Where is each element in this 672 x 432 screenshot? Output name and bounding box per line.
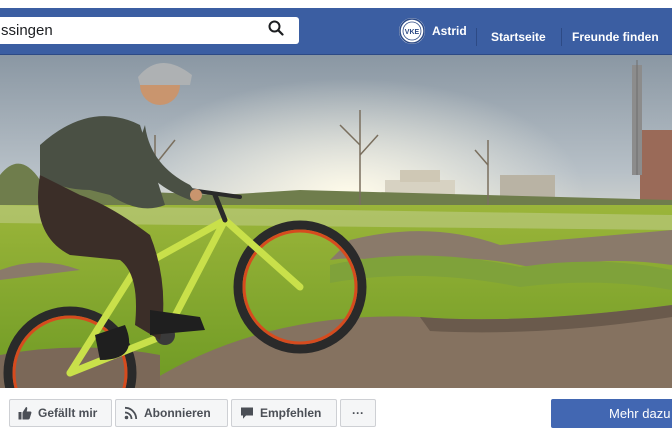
thumbs-up-icon — [18, 406, 32, 420]
like-button[interactable]: Gefällt mir — [9, 399, 112, 427]
nav-find-friends-link[interactable]: Freunde finden — [572, 30, 659, 44]
speech-bubble-icon — [240, 406, 254, 420]
learn-more-button[interactable]: Mehr dazu — [551, 399, 672, 428]
follow-button[interactable]: Abonnieren — [115, 399, 228, 427]
nav-divider — [561, 28, 562, 46]
page-action-bar: Gefällt mir Abonnieren Empfehlen ··· Meh… — [0, 388, 672, 432]
profile-name: Astrid — [432, 24, 467, 38]
follow-button-label: Abonnieren — [144, 406, 211, 420]
nav-divider — [476, 28, 477, 46]
like-button-label: Gefällt mir — [38, 406, 98, 420]
search-icon — [268, 20, 284, 41]
cover-photo — [0, 55, 672, 388]
rss-icon — [124, 406, 138, 420]
top-navigation-bar: VKE Astrid Startseite Freunde finden — [0, 8, 672, 55]
profile-link[interactable]: VKE Astrid — [399, 17, 467, 45]
recommend-button[interactable]: Empfehlen — [231, 399, 337, 427]
nav-home-link[interactable]: Startseite — [491, 30, 546, 44]
more-options-button[interactable]: ··· — [340, 399, 376, 427]
search-input[interactable] — [0, 17, 251, 44]
avatar: VKE — [399, 18, 425, 44]
search-box — [0, 17, 299, 44]
learn-more-button-label: Mehr dazu — [609, 406, 671, 421]
more-icon: ··· — [352, 406, 364, 420]
search-button[interactable] — [253, 17, 299, 44]
top-strip — [0, 0, 672, 8]
avatar-text: VKE — [405, 29, 420, 36]
recommend-button-label: Empfehlen — [260, 406, 322, 420]
